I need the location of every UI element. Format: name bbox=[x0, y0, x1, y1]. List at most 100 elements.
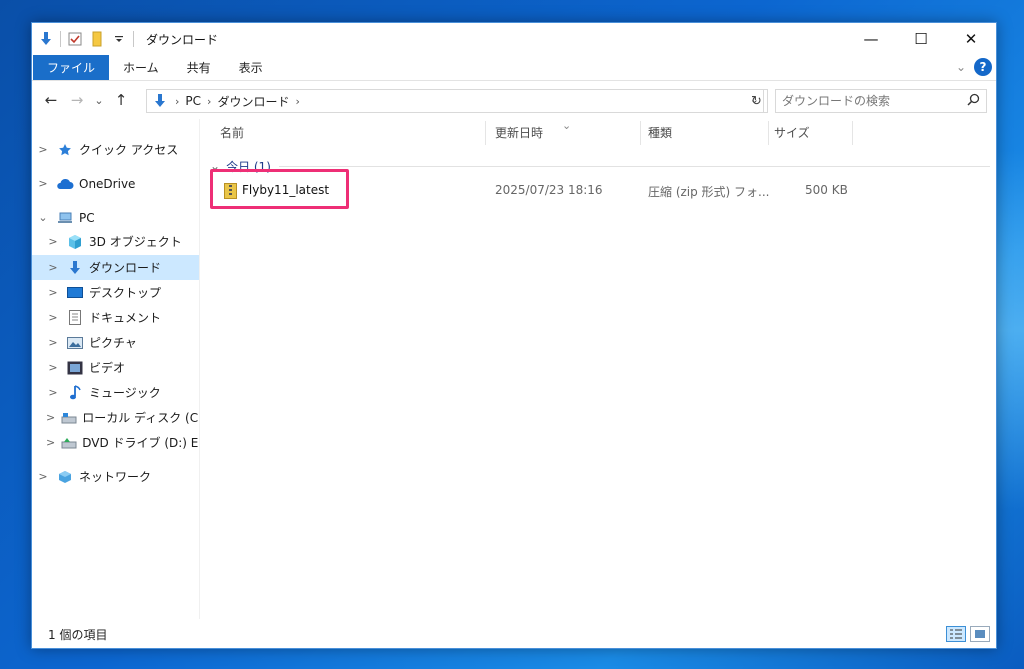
refresh-button[interactable]: ↻ bbox=[746, 89, 768, 113]
column-header-modified[interactable]: 更新日時 bbox=[495, 119, 543, 145]
download-arrow-icon bbox=[66, 260, 84, 276]
expand-caret-icon[interactable]: > bbox=[46, 286, 60, 299]
customize-dropdown-icon[interactable] bbox=[111, 31, 127, 47]
expand-caret-icon[interactable]: > bbox=[36, 143, 50, 156]
search-icon[interactable] bbox=[967, 93, 980, 110]
nav-item-dvd-drive[interactable]: > DVD ドライブ (D:) ESI bbox=[32, 430, 199, 455]
forward-button[interactable]: → bbox=[64, 91, 90, 109]
nav-item-onedrive[interactable]: > OneDrive bbox=[32, 171, 199, 196]
window-title: ダウンロード bbox=[146, 32, 219, 47]
tab-share[interactable]: 共有 bbox=[173, 55, 225, 80]
maximize-button[interactable]: ☐ bbox=[896, 23, 946, 55]
quick-access-toolbar: ダウンロード bbox=[32, 23, 218, 55]
expand-caret-icon[interactable]: > bbox=[46, 386, 60, 399]
nav-item-music[interactable]: > ミュージック bbox=[32, 380, 199, 405]
expand-caret-icon[interactable]: > bbox=[46, 411, 55, 424]
picture-icon bbox=[66, 335, 84, 351]
nav-label: ドキュメント bbox=[89, 311, 162, 325]
expand-caret-icon[interactable]: > bbox=[46, 235, 60, 248]
details-view-icon bbox=[950, 629, 962, 639]
details-view-button[interactable] bbox=[946, 626, 966, 642]
search-box[interactable] bbox=[775, 89, 987, 113]
nav-label: ビデオ bbox=[89, 361, 126, 375]
large-icons-view-button[interactable] bbox=[970, 626, 990, 642]
download-arrow-icon bbox=[151, 93, 169, 109]
ribbon-tabs: ファイル ホーム 共有 表示 ⌄ ? bbox=[32, 55, 996, 81]
film-icon bbox=[66, 360, 84, 376]
pane-divider[interactable] bbox=[199, 119, 200, 619]
column-header-size[interactable]: サイズ bbox=[774, 119, 810, 145]
maximize-icon: ☐ bbox=[914, 30, 928, 48]
dvd-drive-icon bbox=[61, 435, 77, 451]
refresh-icon: ↻ bbox=[751, 93, 762, 109]
nav-item-local-disk[interactable]: > ローカル ディスク (C:) bbox=[32, 405, 199, 430]
nav-label: ローカル ディスク (C:) bbox=[82, 411, 199, 425]
help-icon[interactable]: ? bbox=[974, 58, 992, 76]
nav-item-pictures[interactable]: > ピクチャ bbox=[32, 330, 199, 355]
collapse-caret-icon[interactable]: ⌄ bbox=[36, 211, 50, 224]
document-icon bbox=[66, 310, 84, 326]
expand-caret-icon[interactable]: > bbox=[46, 261, 60, 274]
nav-label: ダウンロード bbox=[89, 261, 162, 275]
expand-caret-icon[interactable]: > bbox=[46, 436, 55, 449]
up-button[interactable]: ↑ bbox=[108, 91, 134, 109]
breadcrumb-pc[interactable]: PC bbox=[185, 94, 201, 108]
network-icon bbox=[56, 469, 74, 485]
column-divider[interactable] bbox=[640, 121, 641, 145]
nav-item-desktop[interactable]: > デスクトップ bbox=[32, 280, 199, 305]
expand-caret-icon[interactable]: > bbox=[46, 361, 60, 374]
desktop-icon bbox=[66, 285, 84, 301]
breadcrumb-separator[interactable]: › bbox=[207, 95, 211, 108]
breadcrumb-downloads[interactable]: ダウンロード bbox=[217, 93, 289, 110]
column-divider[interactable] bbox=[768, 121, 769, 145]
expand-caret-icon[interactable]: > bbox=[36, 470, 50, 483]
back-button[interactable]: ← bbox=[38, 91, 64, 109]
expand-ribbon-icon[interactable]: ⌄ bbox=[956, 60, 966, 74]
explorer-window: ダウンロード — ☐ ✕ ファイル ホーム 共有 表示 ⌄ ? ← → ⌄ ↑ … bbox=[31, 22, 997, 649]
nav-label: ピクチャ bbox=[89, 336, 137, 350]
close-button[interactable]: ✕ bbox=[946, 23, 996, 55]
status-bar: 1 個の項目 bbox=[32, 620, 996, 648]
minimize-button[interactable]: — bbox=[846, 23, 896, 55]
tab-home[interactable]: ホーム bbox=[109, 55, 173, 80]
column-header-type[interactable]: 種類 bbox=[648, 119, 672, 145]
cube-icon bbox=[66, 234, 84, 250]
expand-caret-icon[interactable]: > bbox=[46, 311, 60, 324]
expand-caret-icon[interactable]: > bbox=[36, 177, 50, 190]
nav-item-videos[interactable]: > ビデオ bbox=[32, 355, 199, 380]
nav-item-downloads[interactable]: > ダウンロード bbox=[32, 255, 199, 280]
breadcrumb-separator[interactable]: › bbox=[295, 95, 299, 108]
item-count: 1 個の項目 bbox=[48, 627, 108, 642]
nav-label: PC bbox=[79, 210, 95, 225]
tab-view[interactable]: 表示 bbox=[225, 55, 277, 80]
expand-caret-icon[interactable]: > bbox=[46, 336, 60, 349]
nav-label: DVD ドライブ (D:) ESI bbox=[82, 436, 199, 450]
tab-file[interactable]: ファイル bbox=[33, 55, 110, 80]
file-type: 圧縮 (zip 形式) フォ... bbox=[648, 185, 770, 199]
properties-check-icon[interactable] bbox=[67, 31, 83, 47]
star-icon bbox=[56, 142, 74, 158]
column-divider[interactable] bbox=[485, 121, 486, 145]
recent-locations-button[interactable]: ⌄ bbox=[90, 94, 108, 107]
nav-item-quick-access[interactable]: > クイック アクセス bbox=[32, 137, 199, 162]
minimize-icon: — bbox=[863, 30, 879, 48]
toolbar-separator bbox=[60, 31, 61, 47]
search-input[interactable] bbox=[782, 94, 962, 108]
toolbar-separator bbox=[133, 31, 134, 47]
download-arrow-icon bbox=[38, 31, 54, 47]
new-folder-icon[interactable] bbox=[89, 31, 105, 47]
title-bar: ダウンロード — ☐ ✕ bbox=[32, 23, 996, 55]
address-bar[interactable]: › PC › ダウンロード › ⌄ bbox=[146, 89, 764, 113]
nav-label: OneDrive bbox=[79, 176, 136, 191]
large-icons-view-icon bbox=[975, 630, 985, 638]
nav-item-documents[interactable]: > ドキュメント bbox=[32, 305, 199, 330]
nav-label: 3D オブジェクト bbox=[89, 235, 182, 249]
music-note-icon bbox=[66, 384, 84, 401]
file-size: 500 KB bbox=[805, 183, 848, 197]
nav-item-3d-objects[interactable]: > 3D オブジェクト bbox=[32, 229, 199, 254]
nav-item-network[interactable]: > ネットワーク bbox=[32, 464, 199, 489]
nav-item-pc[interactable]: ⌄ PC bbox=[32, 205, 199, 230]
column-divider[interactable] bbox=[852, 121, 853, 145]
nav-label: ネットワーク bbox=[79, 470, 152, 484]
column-header-name[interactable]: 名前 bbox=[220, 119, 244, 145]
